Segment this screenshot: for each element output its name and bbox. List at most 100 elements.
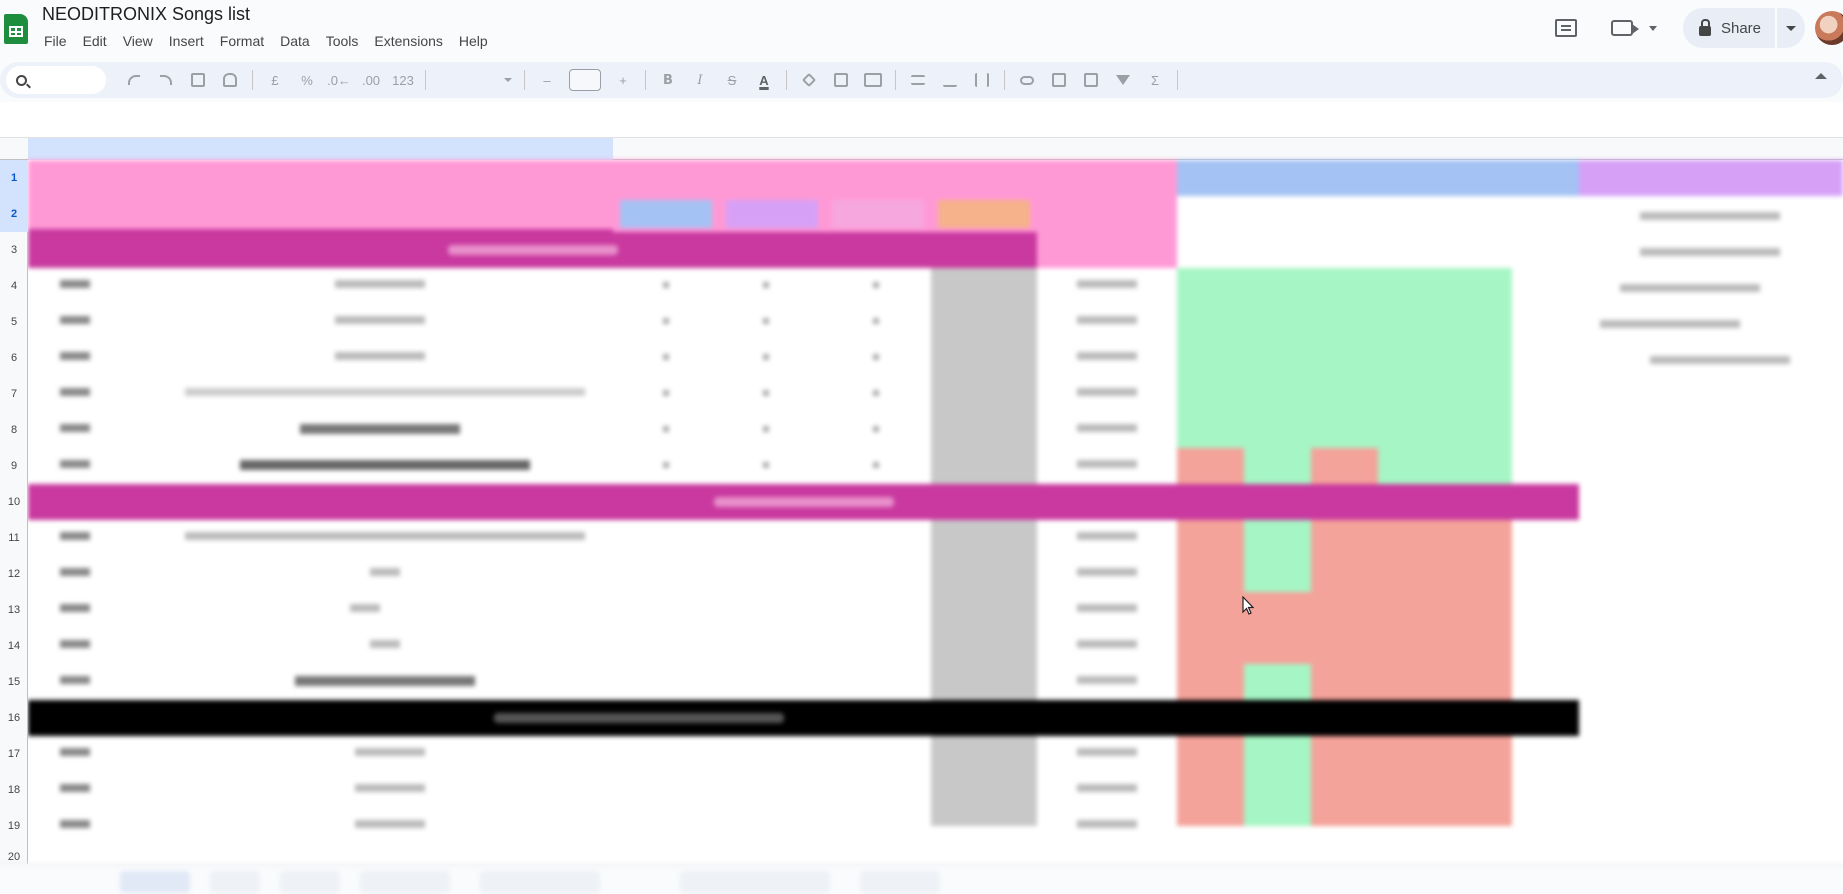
text-wrapping-button[interactable] <box>969 67 995 93</box>
sheets-logo-icon[interactable] <box>4 14 28 44</box>
row-header-3[interactable]: 3 <box>0 232 28 268</box>
functions-button[interactable]: Σ <box>1142 67 1168 93</box>
undo-button[interactable] <box>121 67 147 93</box>
song-packs-header-cell[interactable] <box>1579 160 1843 196</box>
row-header-12[interactable]: 12 <box>0 556 28 592</box>
borders-button[interactable] <box>828 67 854 93</box>
region-green-cell <box>1244 736 1311 826</box>
avatar[interactable] <box>1815 11 1843 45</box>
region-green-cell <box>1244 520 1311 592</box>
sheet-tab[interactable] <box>360 871 450 893</box>
comment-history-icon[interactable] <box>1554 19 1577 37</box>
sheet-tab[interactable] <box>280 871 340 893</box>
row-header-10[interactable]: 10 <box>0 484 28 520</box>
vertical-align-button[interactable] <box>937 67 963 93</box>
sheet-tab[interactable] <box>860 871 940 893</box>
difficulty-cell[interactable] <box>719 196 825 232</box>
row-header-17[interactable]: 17 <box>0 736 28 772</box>
row-header-1[interactable]: 1 <box>0 160 28 196</box>
row-header-19[interactable]: 19 <box>0 808 28 844</box>
bold-button[interactable]: B <box>655 67 681 93</box>
horizontal-align-button[interactable] <box>905 67 931 93</box>
bonus-row-cell[interactable] <box>28 700 1579 736</box>
paint-format-button[interactable] <box>217 67 243 93</box>
font-size-input[interactable] <box>569 69 601 91</box>
regions-header-cell[interactable] <box>1177 160 1579 196</box>
insert-link-button[interactable] <box>1014 67 1040 93</box>
menu-tools[interactable]: Tools <box>318 31 367 51</box>
number-format-button[interactable]: 123 <box>390 67 416 93</box>
toolbar: £ % .0← .00 123 – + B I S A Σ <box>0 62 1843 98</box>
row-header-18[interactable]: 18 <box>0 772 28 808</box>
row-header-15[interactable]: 15 <box>0 664 28 700</box>
row-header-11[interactable]: 11 <box>0 520 28 556</box>
genre-header-cell[interactable] <box>1037 160 1177 268</box>
row-headers[interactable]: 1 2 3 4 5 6 7 8 9 10 11 12 13 14 15 16 1… <box>0 160 28 864</box>
menu-help[interactable]: Help <box>451 31 496 51</box>
difficulty-cell[interactable] <box>825 196 931 232</box>
create-filter-button[interactable] <box>1110 67 1136 93</box>
row-header-4[interactable]: 4 <box>0 268 28 304</box>
menu-edit[interactable]: Edit <box>75 31 115 51</box>
currency-format-button[interactable]: £ <box>262 67 288 93</box>
merge-cells-button[interactable] <box>860 67 886 93</box>
selected-columns-header[interactable] <box>28 138 613 160</box>
row-header-8[interactable]: 8 <box>0 412 28 448</box>
menu-file[interactable]: File <box>36 31 75 51</box>
row-header-14[interactable]: 14 <box>0 628 28 664</box>
text-color-button[interactable]: A <box>751 67 777 93</box>
strikethrough-button[interactable]: S <box>719 67 745 93</box>
sheet-tab[interactable] <box>680 871 830 893</box>
menu-view[interactable]: View <box>115 31 161 51</box>
row-header-9[interactable]: 9 <box>0 448 28 484</box>
share-button[interactable]: Share <box>1682 8 1775 48</box>
search-menus-input[interactable] <box>6 66 106 94</box>
redo-button[interactable] <box>153 67 179 93</box>
font-size-decrease-button[interactable]: – <box>534 67 560 93</box>
insert-comment-button[interactable] <box>1046 67 1072 93</box>
row-header-20[interactable]: 20 <box>0 844 28 864</box>
difficulties-header-cell[interactable] <box>613 160 1037 196</box>
chapter-row-cell[interactable] <box>28 232 1037 268</box>
menu-extensions[interactable]: Extensions <box>366 31 450 51</box>
row-header-7[interactable]: 7 <box>0 376 28 412</box>
sheet-tab[interactable] <box>480 871 600 893</box>
row-header-5[interactable]: 5 <box>0 304 28 340</box>
song-header-cell[interactable] <box>28 160 613 232</box>
decrease-decimal-button[interactable]: .0← <box>326 67 352 93</box>
sheet-tab[interactable] <box>210 871 260 893</box>
region-green-cell <box>1244 664 1311 700</box>
chapter-1-rows[interactable] <box>28 268 1037 484</box>
font-family-select[interactable] <box>436 70 514 90</box>
menu-data[interactable]: Data <box>272 31 318 51</box>
share-dropdown-button[interactable] <box>1777 8 1805 48</box>
formula-bar[interactable] <box>0 102 1843 138</box>
increase-decimal-button[interactable]: .00 <box>358 67 384 93</box>
chapter-row-cell[interactable] <box>28 484 1579 520</box>
font-size-increase-button[interactable]: + <box>610 67 636 93</box>
percent-format-button[interactable]: % <box>294 67 320 93</box>
difficulty-cell[interactable] <box>931 196 1037 232</box>
fill-color-button[interactable] <box>796 67 822 93</box>
print-button[interactable] <box>185 67 211 93</box>
toolbar-divider <box>895 70 896 90</box>
italic-button[interactable]: I <box>687 67 713 93</box>
meet-dropdown-icon[interactable] <box>1648 25 1657 31</box>
spreadsheet-grid[interactable]: 1 2 3 4 5 6 7 8 9 10 11 12 13 14 15 16 1… <box>0 102 1843 864</box>
type-column-text <box>60 280 90 288</box>
row-header-2[interactable]: 2 <box>0 196 28 232</box>
menu-insert[interactable]: Insert <box>161 31 212 51</box>
difficulty-cell[interactable] <box>613 196 719 232</box>
row-header-16[interactable]: 16 <box>0 700 28 736</box>
menu-format[interactable]: Format <box>212 31 272 51</box>
gray-column <box>931 520 1037 826</box>
insert-chart-button[interactable] <box>1078 67 1104 93</box>
hide-menus-icon[interactable] <box>1815 73 1827 79</box>
meet-video-icon[interactable] <box>1610 20 1639 36</box>
lock-icon <box>1698 19 1711 36</box>
row-header-13[interactable]: 13 <box>0 592 28 628</box>
document-title[interactable]: NEODITRONIX Songs list <box>42 4 250 25</box>
sheet-tab-active[interactable] <box>120 871 190 893</box>
row-header-6[interactable]: 6 <box>0 340 28 376</box>
region-labels-cell[interactable] <box>1177 196 1579 268</box>
